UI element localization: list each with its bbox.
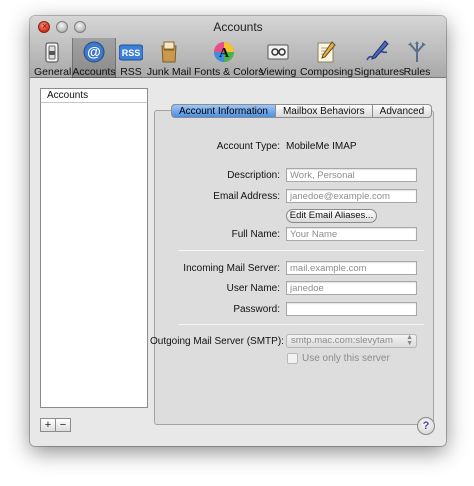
toolbar-item-signatures[interactable]: Signatures xyxy=(354,38,405,78)
smtp-label: Outgoing Mail Server (SMTP): xyxy=(150,336,284,347)
toolbar-item-junk-mail[interactable]: Junk Mail xyxy=(146,38,192,78)
toolbar-label-fonts-colors: Fonts & Colors xyxy=(194,66,264,78)
email-input[interactable] xyxy=(287,190,416,203)
email-label: Email Address: xyxy=(213,191,280,202)
description-label: Description: xyxy=(227,170,280,181)
full-name-field[interactable] xyxy=(286,227,417,241)
toolbar-label-rules: Rules xyxy=(403,66,431,78)
account-type-label: Account Type: xyxy=(216,141,280,152)
popup-arrows-icon: ▲ ▼ xyxy=(406,334,413,347)
smtp-popup-value: smtp.mac.com:slevytam xyxy=(291,335,393,346)
signatures-icon xyxy=(366,40,389,61)
fonts-colors-icon: A xyxy=(214,42,234,62)
help-button[interactable]: ? xyxy=(417,417,435,435)
preferences-window: × Accounts General @ Accounts RSS RSS Ju… xyxy=(30,16,446,446)
toolbar-label-junk-mail: Junk Mail xyxy=(146,66,192,78)
description-input[interactable] xyxy=(287,169,416,182)
at-glyph: @ xyxy=(87,44,101,60)
incoming-server-label: Incoming Mail Server: xyxy=(183,263,280,274)
use-only-server-label: Use only this server xyxy=(302,353,390,364)
account-tabs: Account Information Mailbox Behaviors Ad… xyxy=(171,104,433,118)
user-name-field[interactable] xyxy=(286,281,417,295)
remove-account-button[interactable]: − xyxy=(55,418,71,432)
edit-email-aliases-button[interactable]: Edit Email Aliases... xyxy=(286,209,377,223)
accounts-list-header: Accounts xyxy=(41,89,147,103)
full-name-input[interactable] xyxy=(287,228,416,241)
add-account-button[interactable]: + xyxy=(40,418,56,432)
use-only-server-checkbox[interactable] xyxy=(287,353,298,364)
section-divider-1 xyxy=(178,250,424,251)
toolbar-item-composing[interactable]: Composing xyxy=(300,38,354,78)
account-type-value: MobileMe IMAP xyxy=(286,141,357,152)
toolbar-item-viewing[interactable]: Viewing xyxy=(258,38,298,78)
preferences-content: Accounts + − Account Information Mailbox… xyxy=(30,78,446,446)
rss-icon: RSS xyxy=(119,44,143,61)
password-label: Password: xyxy=(233,304,280,315)
toolbar: × Accounts General @ Accounts RSS RSS Ju… xyxy=(30,16,446,78)
password-input[interactable] xyxy=(287,303,416,316)
email-field[interactable] xyxy=(286,189,417,203)
password-field[interactable] xyxy=(286,302,417,316)
general-switch-icon xyxy=(45,42,59,63)
viewing-icon xyxy=(267,44,289,60)
section-divider-2 xyxy=(178,324,424,325)
user-name-label: User Name: xyxy=(226,283,280,294)
accounts-list[interactable]: Accounts xyxy=(40,88,148,408)
toolbar-label-rss: RSS xyxy=(120,66,142,78)
rss-glyph: RSS xyxy=(122,48,141,58)
toolbar-label-general: General xyxy=(34,66,72,78)
toolbar-label-composing: Composing xyxy=(300,66,354,78)
help-icon: ? xyxy=(422,420,430,432)
description-field[interactable] xyxy=(286,168,417,182)
toolbar-item-rss[interactable]: RSS RSS xyxy=(118,38,144,78)
toolbar-item-general[interactable]: General xyxy=(34,38,72,78)
svg-text:A: A xyxy=(219,46,230,61)
user-name-input[interactable] xyxy=(287,282,416,295)
tab-account-information[interactable]: Account Information xyxy=(171,104,276,118)
incoming-server-input[interactable] xyxy=(287,262,416,275)
toolbar-item-rules[interactable]: Rules xyxy=(402,38,432,78)
composing-icon xyxy=(317,41,336,63)
toolbar-label-viewing: Viewing xyxy=(259,66,297,78)
toolbar-item-fonts-colors[interactable]: A Fonts & Colors xyxy=(194,38,264,78)
junk-mail-icon xyxy=(161,41,177,63)
toolbar-label-signatures: Signatures xyxy=(354,66,405,78)
rules-icon xyxy=(408,41,426,62)
toolbar-label-accounts: Accounts xyxy=(72,66,116,78)
at-sign-icon: @ xyxy=(83,41,105,63)
incoming-server-field[interactable] xyxy=(286,261,417,275)
tab-advanced[interactable]: Advanced xyxy=(372,104,433,118)
tab-mailbox-behaviors[interactable]: Mailbox Behaviors xyxy=(275,104,373,118)
toolbar-item-accounts[interactable]: @ Accounts xyxy=(72,38,116,78)
smtp-popup[interactable]: smtp.mac.com:slevytam ▲ ▼ xyxy=(286,334,417,348)
window-title: Accounts xyxy=(213,20,263,34)
full-name-label: Full Name: xyxy=(231,229,280,240)
